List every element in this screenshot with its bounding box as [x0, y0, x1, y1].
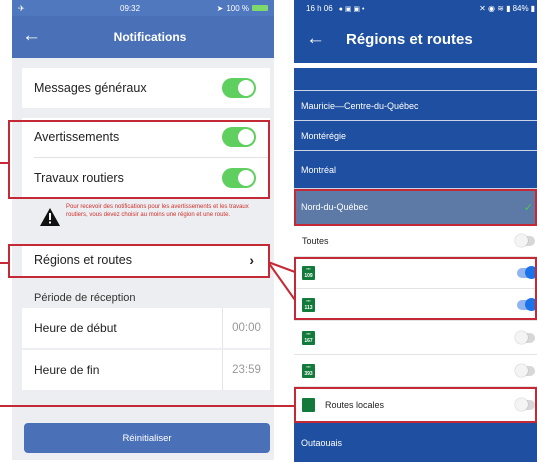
route-109-switch[interactable]	[517, 265, 537, 279]
route-113-switch[interactable]	[517, 297, 537, 311]
battery-text: 100 %	[226, 3, 249, 13]
region-row-montreal[interactable]: Montréal	[294, 151, 537, 188]
end-time-row[interactable]: Heure de fin 23:59	[22, 350, 270, 390]
regions-routes-link[interactable]: Régions et routes ›	[22, 244, 270, 276]
route-shield-icon: 393	[302, 363, 315, 378]
roadworks-toggle[interactable]	[222, 168, 256, 188]
notifications-screen: ✈ 09:32 ➤ 100 % ← Notifications Messages…	[12, 0, 274, 460]
route-393-switch[interactable]	[515, 363, 535, 377]
all-routes-row[interactable]: Toutes	[294, 226, 537, 256]
warning-icon	[40, 208, 60, 228]
toggle-row-roadworks[interactable]: Travaux routiers	[22, 158, 270, 198]
local-routes-switch[interactable]	[515, 398, 535, 411]
region-label: Montérégie	[301, 130, 347, 141]
warning-notice: Pour recevoir des notifications pour les…	[22, 202, 270, 240]
toggle-label: Messages généraux	[34, 81, 147, 95]
status-time: 16 h 06	[306, 4, 333, 13]
route-shield-icon	[302, 398, 315, 412]
toggle-label: Travaux routiers	[34, 171, 124, 185]
battery-icon	[252, 5, 268, 11]
route-row-109[interactable]: 109	[294, 257, 537, 288]
regions-routes-row[interactable]: Régions et routes ›	[22, 244, 270, 276]
route-row-167[interactable]: 167	[294, 321, 537, 354]
location-icon: ➤	[216, 3, 224, 13]
callout-line	[0, 162, 10, 164]
local-routes-label: Routes locales	[325, 400, 385, 410]
route-shield-icon: 109	[302, 265, 315, 280]
end-time-value[interactable]: 23:59	[222, 350, 270, 390]
toggle-label: Avertissements	[34, 130, 120, 144]
status-bar: 16 h 06 ● ▣ ▣ • ✕ ◉ ≋ ▮ 84% ▮	[294, 0, 537, 17]
all-routes-label: Toutes	[302, 236, 329, 246]
region-label: Montréal	[301, 164, 337, 175]
battery-text: 84%	[512, 4, 529, 13]
all-routes-switch[interactable]	[515, 234, 535, 247]
app-bar: ← Régions et routes	[294, 17, 537, 63]
general-messages-card: Messages généraux	[22, 68, 270, 108]
start-time-value[interactable]: 00:00	[222, 308, 270, 348]
status-bar: ✈ 09:32 ➤ 100 %	[12, 0, 274, 16]
route-shield-icon: 167	[302, 330, 315, 345]
toggle-row-warnings[interactable]: Avertissements	[22, 118, 270, 156]
local-routes-row[interactable]: Routes locales	[294, 387, 537, 423]
page-title: Notifications	[113, 30, 187, 44]
chevron-right-icon: ›	[249, 252, 254, 268]
callout-line	[0, 262, 10, 264]
status-time: 09:32	[120, 3, 141, 13]
signal-icons: ✕ ◉ ≋ ▮	[479, 4, 511, 13]
region-row-mauricie[interactable]: Mauricie—Centre-du-Québec	[294, 91, 537, 120]
regions-routes-label: Régions et routes	[34, 253, 132, 267]
region-label: Outaouais	[301, 437, 343, 448]
region-label: Nord-du-Québec	[301, 202, 369, 212]
battery-icon: ▮	[530, 4, 535, 13]
notification-icons: ● ▣ ▣ •	[338, 5, 365, 13]
region-row-partial[interactable]	[294, 68, 537, 90]
period-header: Période de réception	[34, 292, 136, 304]
check-icon: ✓	[523, 201, 533, 214]
callout-line	[0, 405, 296, 407]
region-row-outaouais[interactable]: Outaouais	[294, 423, 537, 462]
alerts-card: Avertissements Travaux routiers	[22, 118, 270, 198]
route-shield-icon: 113	[302, 297, 315, 312]
back-arrow-icon[interactable]: ←	[22, 26, 41, 46]
region-label: Mauricie—Centre-du-Québec	[301, 100, 419, 111]
warnings-toggle[interactable]	[222, 127, 256, 147]
callout-connector	[268, 261, 296, 301]
end-time-label: Heure de fin	[34, 363, 100, 377]
region-row-nord-du-quebec[interactable]: Nord-du-Québec ✓	[294, 189, 537, 225]
start-time-label: Heure de début	[34, 321, 117, 335]
app-bar: ← Notifications	[12, 16, 274, 58]
warning-text: Pour recevoir des notifications pour les…	[66, 204, 249, 218]
start-time-row[interactable]: Heure de début 00:00	[22, 308, 270, 348]
regions-routes-screen: 16 h 06 ● ▣ ▣ • ✕ ◉ ≋ ▮ 84% ▮ ← Régions …	[294, 0, 537, 462]
reset-button[interactable]: Réinitialiser	[24, 423, 270, 453]
region-row-monteregie[interactable]: Montérégie	[294, 121, 537, 150]
airplane-icon: ✈	[18, 3, 25, 13]
route-row-393[interactable]: 393	[294, 355, 537, 386]
back-arrow-icon[interactable]: ←	[306, 29, 325, 49]
page-title: Régions et routes	[346, 31, 473, 48]
route-167-switch[interactable]	[515, 330, 535, 344]
route-row-113[interactable]: 113	[294, 289, 537, 320]
general-messages-toggle[interactable]	[222, 78, 256, 98]
toggle-row-general[interactable]: Messages généraux	[22, 68, 270, 108]
